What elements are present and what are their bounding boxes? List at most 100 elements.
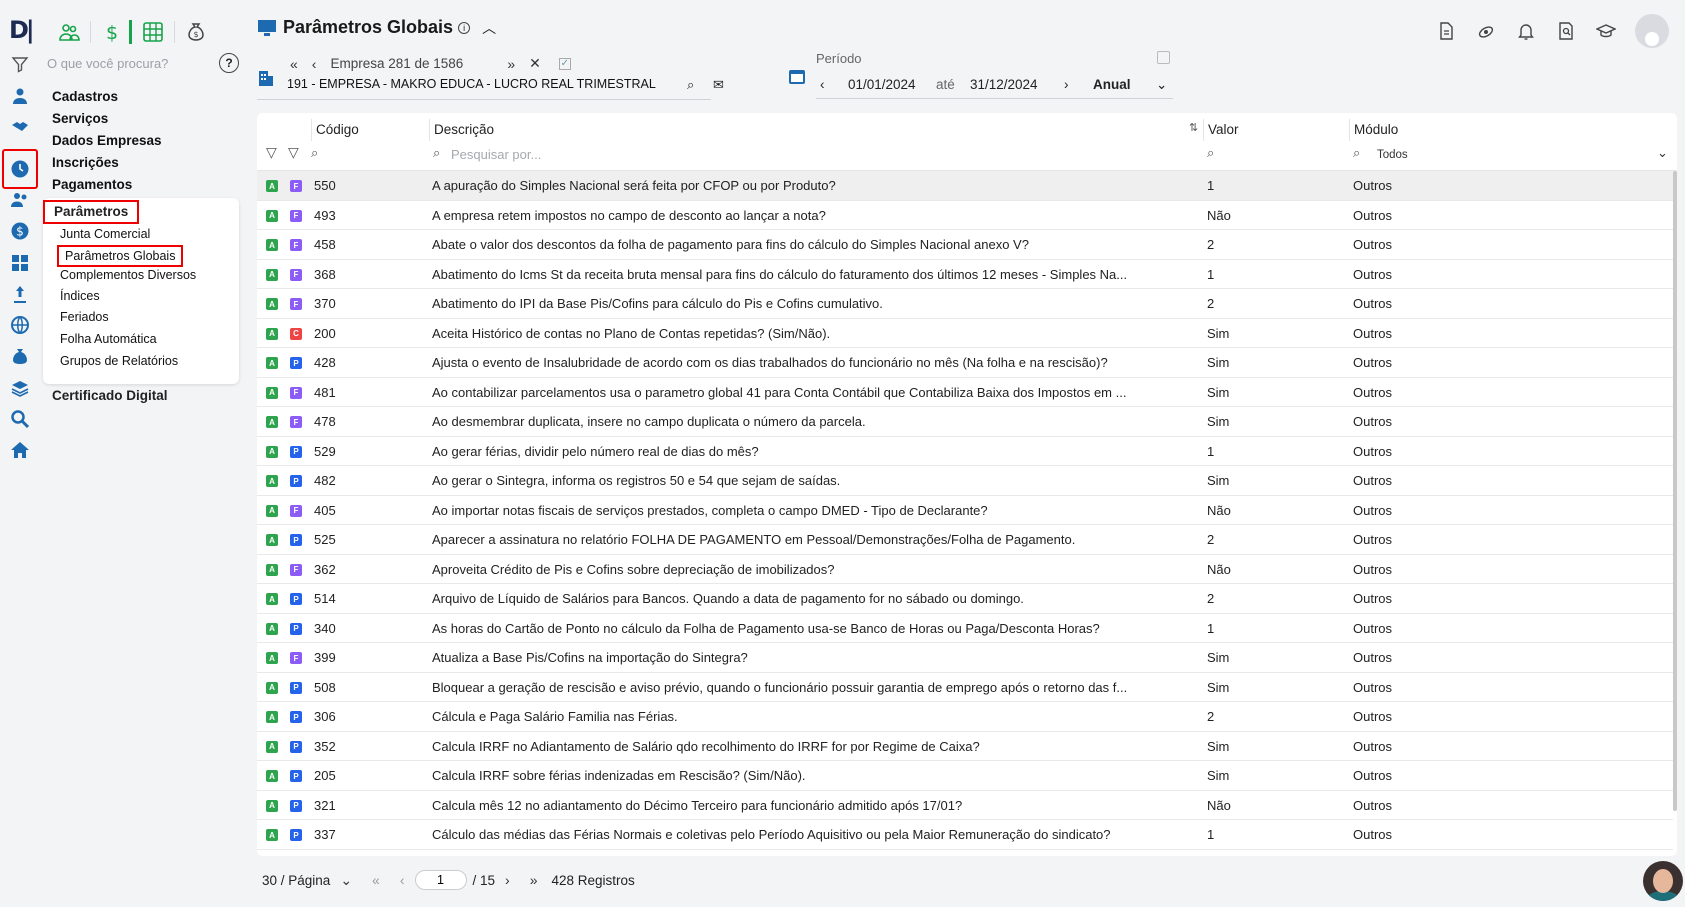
table-row[interactable]: A P 428 Ajusta o evento de Insalubridade de… (257, 348, 1673, 378)
cell-valor[interactable]: 2 (1207, 296, 1214, 311)
table-row[interactable]: A F 550 A apuração do Simples Nacional será… (257, 171, 1673, 201)
graduation-cap-icon[interactable] (1595, 20, 1617, 42)
table-row[interactable]: A F 405 Ao importar notas fiscais de serviç… (257, 496, 1673, 526)
menu-item-cadastros[interactable]: Cadastros (52, 86, 242, 108)
table-row[interactable]: A P 525 Aparecer a assinatura no relatório … (257, 525, 1673, 555)
submenu-item-feriados[interactable]: Feriados (60, 310, 109, 324)
submenu-item-parametros-globais[interactable]: Parâmetros Globais (57, 245, 184, 267)
cell-valor[interactable]: Sim (1207, 385, 1229, 400)
user-avatar[interactable] (1635, 14, 1669, 48)
header-valor[interactable]: Valor (1203, 119, 1239, 141)
table-row[interactable]: A F 458 Abate o valor dos descontos da folh… (257, 230, 1673, 260)
cell-valor[interactable]: Sim (1207, 414, 1229, 429)
app-logo[interactable]: D| (9, 16, 35, 44)
home-icon[interactable] (9, 439, 31, 461)
description-filter-input[interactable]: Pesquisar por... (451, 147, 541, 162)
person-icon[interactable] (9, 85, 31, 107)
chevron-down-icon[interactable]: ⌄ (1657, 145, 1668, 161)
header-descricao[interactable]: Descrição (429, 119, 494, 141)
cell-valor[interactable]: 2 (1207, 591, 1214, 606)
money-bag-icon[interactable] (9, 345, 31, 367)
filter-icon[interactable]: ▽ (266, 144, 277, 161)
globe-icon[interactable] (9, 314, 31, 336)
clock-icon[interactable] (9, 158, 31, 180)
table-row[interactable]: A F 478 Ao desmembrar duplicata, insere no … (257, 407, 1673, 437)
cell-valor[interactable]: 2 (1207, 709, 1214, 724)
table-row[interactable]: A P 514 Arquivo de Líquido de Salários para… (257, 584, 1673, 614)
page-input[interactable] (414, 870, 467, 890)
first-page-icon[interactable]: « (372, 872, 380, 888)
cell-valor[interactable]: Sim (1207, 473, 1229, 488)
cell-valor[interactable]: 2 (1207, 532, 1214, 547)
cell-valor[interactable]: Sim (1207, 680, 1229, 695)
page-size-select[interactable]: 30 / Página (262, 873, 330, 888)
table-row[interactable]: A F 399 Atualiza a Base Pis/Cofins na impor… (257, 643, 1673, 673)
calculator-icon[interactable] (9, 252, 31, 274)
cell-valor[interactable]: 1 (1207, 178, 1214, 193)
spreadsheet-icon[interactable] (142, 21, 164, 43)
period-start[interactable]: 01/01/2024 (848, 77, 916, 92)
submenu-item-grupos-relatorios[interactable]: Grupos de Relatórios (60, 354, 178, 368)
users-icon[interactable] (9, 189, 31, 211)
sidebar-search[interactable]: O que você procura? ? (47, 53, 239, 73)
table-row[interactable]: A P 306 Cálcula e Paga Salário Familia nas … (257, 702, 1673, 732)
menu-item-inscricoes[interactable]: Inscrições (52, 152, 242, 174)
handshake-icon[interactable] (9, 116, 31, 138)
money-bag-module-icon[interactable]: $ (185, 21, 207, 43)
cell-valor[interactable]: 2 (1207, 237, 1214, 252)
submenu-title[interactable]: Parâmetros (43, 200, 139, 224)
scrollbar[interactable] (1673, 171, 1677, 811)
table-row[interactable]: A C 200 Aceita Histórico de contas no Plano… (257, 319, 1673, 349)
table-row[interactable]: A P 352 Calcula IRRF no Adiantamento de Sal… (257, 732, 1673, 762)
table-row[interactable]: A F 493 A empresa retem impostos no campo d… (257, 201, 1673, 231)
cell-valor[interactable]: Não (1207, 798, 1231, 813)
cell-valor[interactable]: Sim (1207, 739, 1229, 754)
layers-icon[interactable] (9, 377, 31, 399)
chevron-down-icon[interactable]: ⌄ (340, 872, 352, 889)
table-row[interactable]: A P 529 Ao gerar férias, dividir pelo númer… (257, 437, 1673, 467)
document-icon[interactable] (1435, 20, 1457, 42)
table-row[interactable]: A P 205 Calcula IRRF sobre férias indenizad… (257, 761, 1673, 791)
company-field[interactable]: 191 - EMPRESA - MAKRO EDUCA - LUCRO REAL… (257, 67, 724, 100)
submenu-item-indices[interactable]: Índices (60, 289, 100, 303)
sort-icon[interactable]: ⇅ (1189, 121, 1198, 134)
cell-valor[interactable]: Sim (1207, 355, 1229, 370)
dollar-icon[interactable]: $ (9, 220, 31, 242)
menu-item-servicos[interactable]: Serviços (52, 108, 242, 130)
period-checkbox[interactable] (1157, 51, 1170, 64)
menu-item-certificado-digital[interactable]: Certificado Digital (52, 388, 168, 403)
company-search-icon[interactable]: ⌕ (687, 77, 694, 93)
header-codigo[interactable]: Código (311, 119, 359, 141)
table-row[interactable]: A F 370 Abatimento do IPI da Base Pis/Cofin… (257, 289, 1673, 319)
report-search-icon[interactable] (1555, 20, 1577, 42)
chevron-down-icon[interactable]: ⌄ (1156, 77, 1167, 93)
module-filter-select[interactable]: Todos (1377, 149, 1408, 161)
info-icon[interactable]: i (458, 21, 471, 34)
submenu-item-folha-automatica[interactable]: Folha Automática (60, 332, 157, 346)
cell-valor[interactable]: Sim (1207, 768, 1229, 783)
filter-icon[interactable] (9, 53, 31, 75)
help-icon[interactable]: ? (219, 53, 239, 73)
next-period-icon[interactable]: › (1064, 77, 1069, 92)
cell-valor[interactable]: Sim (1207, 650, 1229, 665)
table-row[interactable]: A F 481 Ao contabilizar parcelamentos usa o… (257, 378, 1673, 408)
table-row[interactable]: A F 362 Aproveita Crédito de Pis e Cofins s… (257, 555, 1673, 585)
bell-icon[interactable] (1515, 20, 1537, 42)
cell-valor[interactable]: Não (1207, 562, 1231, 577)
menu-item-pagamentos[interactable]: Pagamentos (52, 174, 242, 196)
search-icon[interactable]: ⌕ (311, 145, 318, 161)
search-icon[interactable]: ⌕ (1207, 145, 1214, 161)
table-row[interactable]: A P 321 Calcula mês 12 no adiantamento do D… (257, 791, 1673, 821)
cell-valor[interactable]: Não (1207, 208, 1231, 223)
arrow-person-icon[interactable] (9, 283, 31, 305)
cell-valor[interactable]: 1 (1207, 827, 1214, 842)
period-mode[interactable]: Anual (1093, 77, 1131, 92)
cell-valor[interactable]: Não (1207, 503, 1231, 518)
users-group-icon[interactable] (58, 21, 80, 43)
chevron-up-icon[interactable]: ︿ (482, 18, 496, 38)
dollar-module-icon[interactable]: $ (101, 21, 123, 43)
cell-valor[interactable]: 1 (1207, 621, 1214, 636)
support-avatar[interactable] (1643, 861, 1683, 901)
cell-valor[interactable]: 1 (1207, 444, 1214, 459)
table-row[interactable]: A P 508 Bloquear a geração de rescisão e av… (257, 673, 1673, 703)
